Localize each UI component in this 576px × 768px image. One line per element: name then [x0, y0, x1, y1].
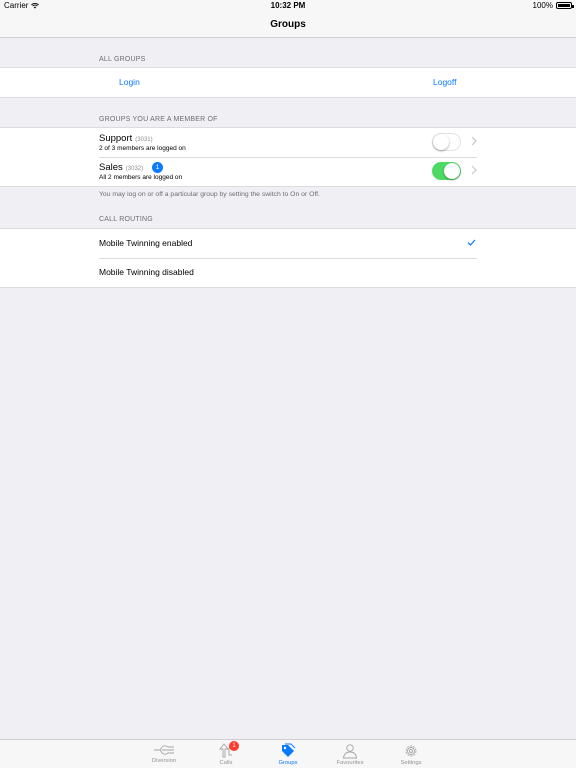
tab-favourites[interactable]: Favourites	[325, 740, 375, 768]
tab-label: Diversion	[151, 758, 177, 764]
battery-percent: 100%	[532, 1, 553, 10]
routing-option-label: Mobile Twinning enabled	[99, 238, 193, 248]
diversion-icon	[154, 745, 174, 755]
routing-option-enabled[interactable]: Mobile Twinning enabled	[0, 229, 576, 258]
routing-option-label: Mobile Twinning disabled	[99, 267, 194, 277]
group-row-support[interactable]: Support (3031) 2 of 3 members are logged…	[0, 128, 576, 157]
group-row-sales[interactable]: Sales (3032) 1 All 2 members are logged …	[0, 157, 576, 186]
group-name-line: Sales (3032) 1	[99, 162, 164, 174]
switch-knob	[433, 134, 449, 150]
unread-badge: 1	[152, 162, 164, 173]
groups-footer-note: You may log on or off a particular group…	[99, 191, 320, 198]
page-title: Groups	[270, 19, 306, 30]
chevron-right-icon[interactable]	[471, 136, 477, 146]
clock: 10:32 PM	[270, 1, 306, 10]
switch-knob	[444, 163, 460, 179]
group-status: 2 of 3 members are logged on	[99, 145, 186, 152]
tab-groups[interactable]: Groups	[263, 740, 313, 768]
all-groups-header: ALL GROUPS	[99, 56, 146, 63]
group-name: Sales	[99, 162, 123, 173]
group-code: (3031)	[135, 137, 153, 143]
battery-icon	[556, 2, 574, 9]
login-logoff-row: Login Logoff	[0, 68, 576, 97]
all-groups-section: Login Logoff	[0, 67, 576, 98]
navigation-bar: Groups	[0, 12, 576, 38]
routing-option-disabled[interactable]: Mobile Twinning disabled	[0, 258, 576, 287]
tab-label: Settings	[400, 760, 422, 766]
status-bar: Carrier 10:32 PM 100%	[0, 0, 576, 12]
call-routing-header: CALL ROUTING	[99, 216, 153, 223]
member-groups-section: Support (3031) 2 of 3 members are logged…	[0, 127, 576, 187]
member-groups-header: GROUPS YOU ARE A MEMBER OF	[99, 116, 218, 123]
group-name: Support	[99, 133, 133, 144]
tab-settings[interactable]: Settings	[386, 740, 436, 768]
group-name-line: Support (3031)	[99, 133, 153, 144]
gear-icon	[405, 745, 417, 757]
calls-badge: 1	[229, 741, 239, 751]
tab-bar: Diversion 1 Calls Groups Favourites Sett…	[0, 739, 576, 768]
battery-indicator: 100%	[532, 1, 574, 10]
tab-label: Groups	[278, 760, 298, 766]
group-status: All 2 members are logged on	[99, 174, 183, 181]
group-code: (3032)	[125, 166, 144, 172]
checkmark-icon	[467, 239, 476, 246]
tab-diversion[interactable]: Diversion	[139, 740, 189, 768]
tab-calls[interactable]: 1 Calls	[201, 740, 251, 768]
login-button[interactable]: Login	[119, 77, 140, 87]
logoff-button[interactable]: Logoff	[433, 77, 456, 87]
person-icon	[342, 744, 358, 759]
sales-switch[interactable]	[432, 162, 461, 180]
call-routing-section: Mobile Twinning enabled Mobile Twinning …	[0, 228, 576, 288]
chevron-right-icon[interactable]	[471, 165, 477, 175]
groups-tag-icon	[282, 743, 296, 757]
support-switch[interactable]	[432, 133, 461, 151]
tab-label: Calls	[219, 760, 233, 766]
tab-label: Favourites	[336, 760, 364, 766]
